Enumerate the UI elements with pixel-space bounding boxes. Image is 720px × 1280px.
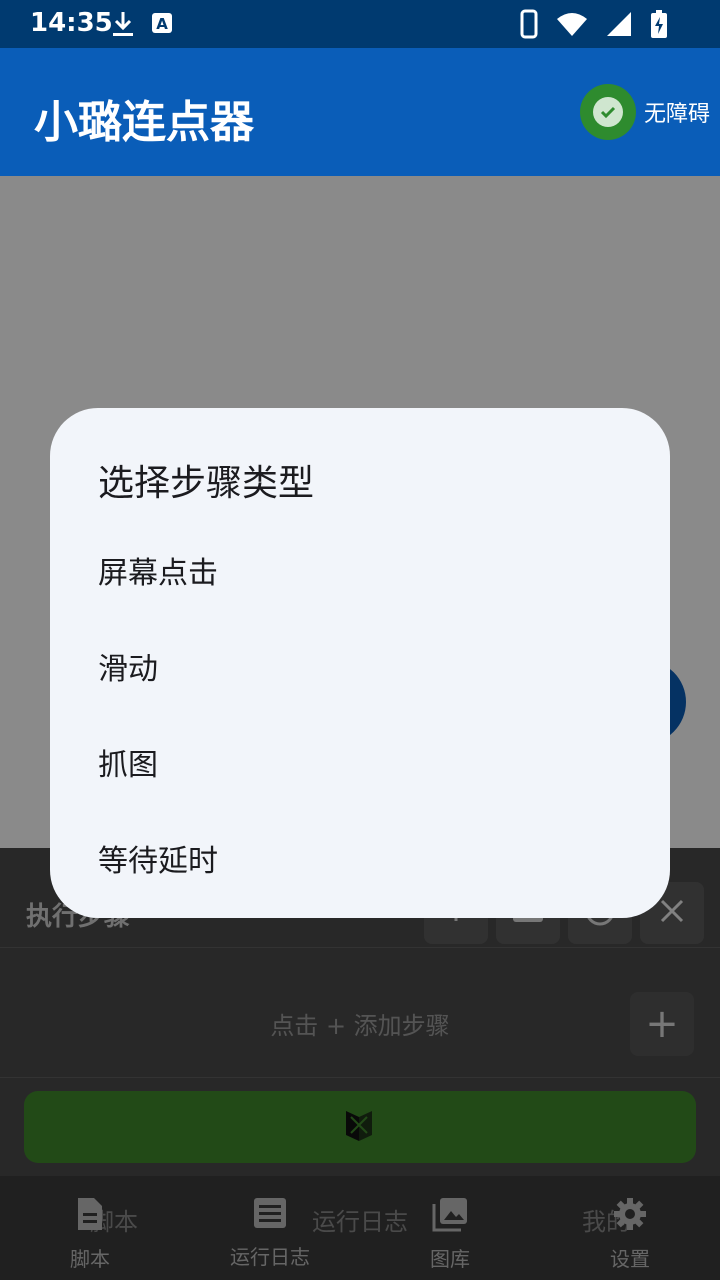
status-time: 14:35 — [30, 8, 113, 38]
app-title: 小璐连点器 — [34, 97, 254, 148]
phone-icon — [520, 9, 538, 43]
accessibility-label: 无障碍 — [643, 102, 710, 127]
check-icon — [592, 97, 623, 127]
text-a-icon: A — [150, 10, 174, 42]
dialog-title: 选择步骤类型 — [98, 463, 315, 504]
option-wait-delay[interactable]: 等待延时 — [50, 810, 670, 906]
app-bar: 小璐连点器 无障碍 — [0, 48, 720, 176]
step-type-dialog: 选择步骤类型 屏幕点击 滑动 抓图 等待延时 — [50, 408, 670, 918]
option-swipe[interactable]: 滑动 — [50, 618, 670, 714]
download-icon — [110, 10, 136, 42]
status-bar: 14:35 A — [0, 0, 720, 48]
accessibility-indicator[interactable] — [579, 84, 636, 140]
svg-text:A: A — [156, 15, 168, 33]
option-capture-image[interactable]: 抓图 — [50, 714, 670, 810]
wifi-icon — [556, 11, 588, 41]
battery-charging-icon — [650, 9, 668, 43]
accessibility-status[interactable]: 无障碍 — [579, 84, 710, 140]
option-screen-tap[interactable]: 屏幕点击 — [50, 522, 670, 618]
signal-icon — [606, 11, 632, 41]
